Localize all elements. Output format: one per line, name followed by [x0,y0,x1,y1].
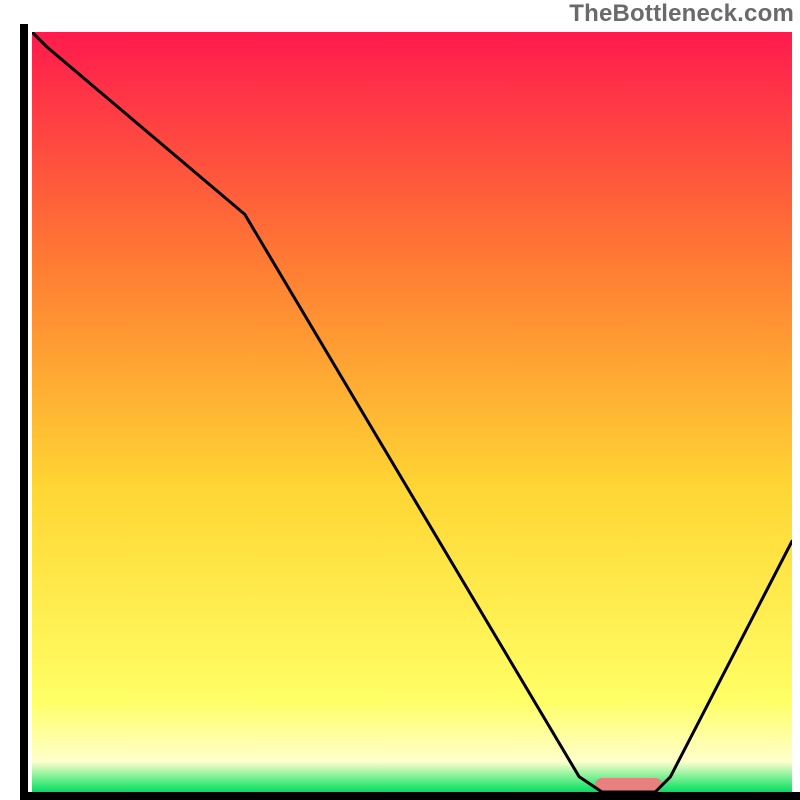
bottleneck-chart [0,0,800,800]
watermark-label: TheBottleneck.com [569,0,794,28]
chart-container: TheBottleneck.com [0,0,800,800]
plot-background-gradient [32,32,792,792]
